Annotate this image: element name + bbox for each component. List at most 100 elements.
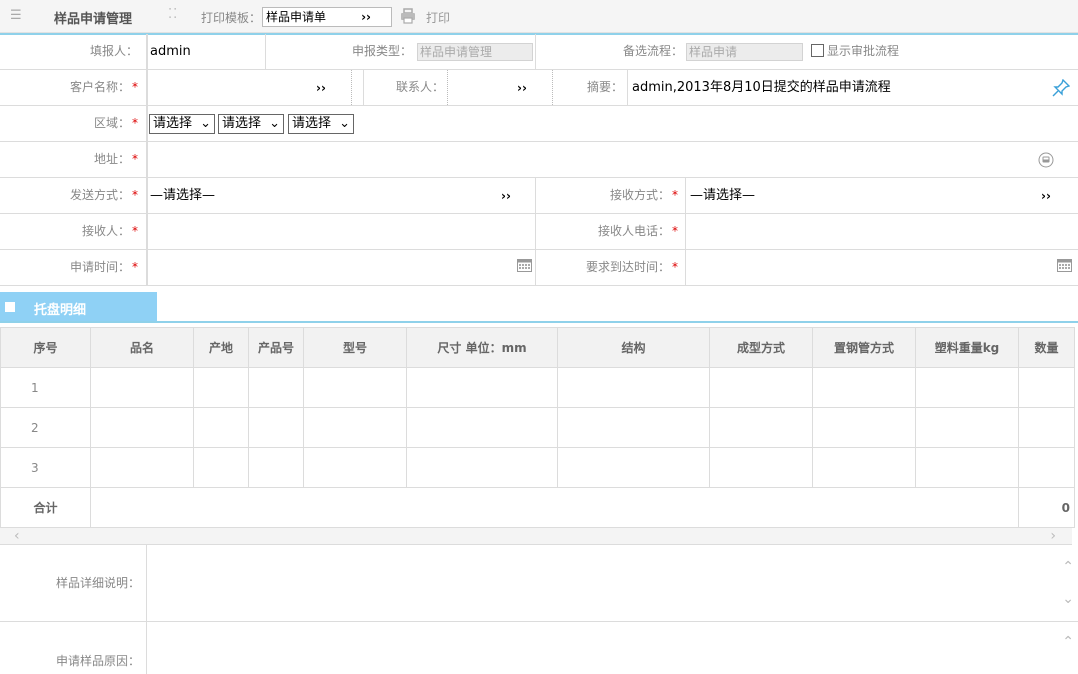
chevron-up-icon[interactable]: ⌃ [1062, 559, 1074, 575]
table-cell[interactable] [1018, 407, 1075, 448]
table-cell[interactable] [90, 367, 194, 408]
alt-flow-field: 样品申请 [686, 43, 803, 61]
contact-label: 联系人： [395, 80, 444, 94]
print-template-select[interactable]: 样品申请单 ›› [262, 7, 392, 27]
calendar-icon[interactable] [517, 258, 532, 272]
send-method-picker-icon[interactable]: ›› [501, 189, 511, 203]
table-cell[interactable] [406, 407, 558, 448]
required-mark: * [672, 260, 678, 274]
sample-desc-label: 样品详细说明： [0, 545, 147, 621]
map-locate-icon[interactable] [1038, 152, 1054, 168]
table-cell[interactable] [248, 447, 304, 488]
print-button[interactable]: 打印 [426, 9, 450, 26]
drag-handle-icon[interactable]: ⁚⁚ [168, 7, 178, 22]
customer-picker-icon[interactable]: ›› [316, 81, 326, 95]
printer-icon[interactable] [400, 8, 416, 24]
table-header-row: 序号 品名 产地 产品号 型号 尺寸 单位：mm 结构 成型方式 置钢管方式 塑… [0, 327, 1075, 368]
send-method-select[interactable]: —请选择— [150, 178, 215, 213]
region-label: 区域： * [93, 116, 138, 130]
summary-input[interactable]: admin,2013年8月10日提交的样品申请流程 [632, 70, 891, 105]
table-cell[interactable] [1018, 447, 1075, 488]
table-cell[interactable] [193, 367, 249, 408]
required-mark: * [132, 188, 138, 202]
chevron-up-icon[interactable]: ⌃ [1062, 634, 1074, 650]
alt-flow-label: 备选流程： [622, 44, 683, 58]
table-cell[interactable] [812, 447, 916, 488]
table-row: 3 [0, 447, 1075, 488]
apply-reason-textarea[interactable] [148, 622, 1053, 674]
table-cell[interactable] [303, 407, 407, 448]
table-cell[interactable] [406, 367, 558, 408]
apply-time-input[interactable] [148, 250, 508, 285]
column-header: 尺寸 单位：mm [406, 327, 558, 368]
show-approval-checkbox[interactable] [811, 44, 824, 57]
table-cell[interactable] [915, 447, 1019, 488]
row-index: 2 [0, 407, 91, 448]
receive-method-picker-icon[interactable]: ›› [1041, 189, 1051, 203]
table-cell[interactable] [303, 447, 407, 488]
column-header: 产品号 [248, 327, 304, 368]
receiver-phone-input[interactable] [687, 214, 1072, 249]
summary-label: 摘要： [586, 80, 623, 94]
required-mark: * [132, 260, 138, 274]
table-row: 1 [0, 367, 1075, 408]
column-header: 结构 [557, 327, 710, 368]
chevron-down-icon: ⌄ [339, 116, 350, 131]
form-row-method: 发送方式： * —请选择— ›› 接收方式： * —请选择— ›› [0, 178, 1078, 214]
chevron-down-icon[interactable]: ⌄ [1062, 591, 1074, 607]
region-province-select[interactable]: 请选择 ⌄ [149, 114, 215, 134]
arrival-time-input[interactable] [687, 250, 1047, 285]
arrival-time-label: 要求到达时间： * [585, 260, 678, 274]
contact-input[interactable] [449, 70, 549, 105]
column-header: 序号 [0, 327, 91, 368]
table-cell[interactable] [812, 367, 916, 408]
table-cell[interactable] [406, 447, 558, 488]
table-cell[interactable] [812, 407, 916, 448]
address-input[interactable] [148, 142, 1028, 177]
table-cell[interactable] [709, 367, 813, 408]
table-cell[interactable] [557, 367, 710, 408]
table-cell[interactable] [303, 367, 407, 408]
row-index: 3 [0, 447, 91, 488]
region-district-select[interactable]: 请选择 ⌄ [288, 114, 354, 134]
table-cell[interactable] [248, 367, 304, 408]
pin-icon[interactable] [1052, 79, 1070, 97]
row-index: 1 [0, 367, 91, 408]
chevron-right-icon[interactable]: › [1050, 528, 1056, 544]
region-city-select[interactable]: 请选择 ⌄ [218, 114, 284, 134]
receiver-input[interactable] [148, 214, 533, 249]
table-cell[interactable] [915, 367, 1019, 408]
menu-icon[interactable]: ☰ [10, 9, 24, 23]
calendar-icon[interactable] [1057, 258, 1072, 272]
receive-method-select[interactable]: —请选择— [690, 178, 755, 213]
table-cell[interactable] [709, 447, 813, 488]
form-row-receiver: 接收人： * 接收人电话： * [0, 214, 1078, 250]
contact-picker-icon[interactable]: ›› [517, 81, 527, 95]
required-mark: * [672, 188, 678, 202]
required-mark: * [672, 224, 678, 238]
table-cell[interactable] [193, 407, 249, 448]
table-cell[interactable] [90, 407, 194, 448]
form-row-dates: 申请时间： * 要求到达时间： * [0, 250, 1078, 286]
table-cell[interactable] [90, 447, 194, 488]
divider [0, 321, 1078, 323]
horizontal-scrollbar[interactable]: ‹ › [0, 528, 1072, 545]
column-header: 置钢管方式 [812, 327, 916, 368]
table-cell[interactable] [557, 447, 710, 488]
table-cell[interactable] [193, 447, 249, 488]
section-square-icon [5, 302, 15, 312]
table-cell[interactable] [915, 407, 1019, 448]
customer-label: 客户名称： * [69, 80, 138, 94]
section-tab-pallet-details[interactable]: 托盘明细 [0, 292, 157, 322]
table-cell[interactable] [1018, 367, 1075, 408]
section-title: 托盘明细 [34, 303, 87, 318]
table-cell[interactable] [248, 407, 304, 448]
chevron-left-icon[interactable]: ‹ [14, 528, 20, 544]
sample-desc-textarea[interactable] [148, 545, 1053, 621]
report-type-field: 样品申请管理 [417, 43, 533, 61]
print-template-value: 样品申请单 [266, 10, 327, 24]
required-mark: * [132, 152, 138, 166]
table-cell[interactable] [709, 407, 813, 448]
table-cell[interactable] [557, 407, 710, 448]
form-row-sample-desc: 样品详细说明： ⌃ ⌄ [0, 545, 1078, 622]
